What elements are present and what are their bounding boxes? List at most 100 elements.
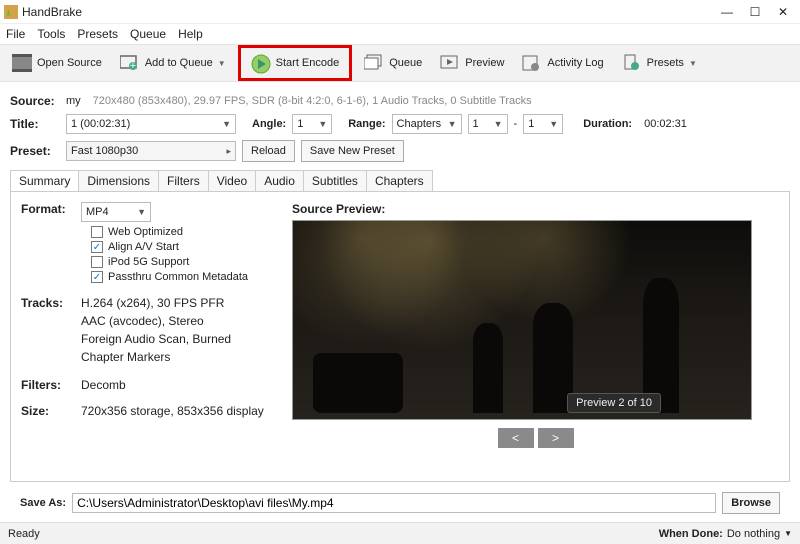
film-icon xyxy=(12,54,32,72)
tab-video[interactable]: Video xyxy=(208,170,256,191)
checkbox-icon xyxy=(91,226,103,238)
picture-plus-icon: + xyxy=(120,54,140,72)
tab-chapters[interactable]: Chapters xyxy=(366,170,433,191)
chevron-down-icon: ▼ xyxy=(448,119,457,129)
save-as-row: Save As: Browse xyxy=(10,482,790,518)
range-type-combo[interactable]: Chapters ▼ xyxy=(392,114,462,134)
tab-dimensions[interactable]: Dimensions xyxy=(78,170,159,191)
preview-scene xyxy=(293,221,751,419)
tabs: Summary Dimensions Filters Video Audio S… xyxy=(10,170,790,192)
preset-combo[interactable]: Fast 1080p30▸ xyxy=(66,141,236,161)
range-to: 1 xyxy=(528,118,534,130)
browse-button[interactable]: Browse xyxy=(722,492,780,514)
source-preview[interactable]: Preview 2 of 10 xyxy=(292,220,752,420)
save-as-label: Save As: xyxy=(20,497,66,509)
menu-help[interactable]: Help xyxy=(178,27,203,41)
when-done-value[interactable]: Do nothing xyxy=(727,528,780,540)
preview-next-button[interactable]: > xyxy=(538,428,574,448)
angle-label: Angle: xyxy=(252,118,286,130)
tracks-2: Foreign Audio Scan, Burned xyxy=(81,332,231,346)
menu-presets[interactable]: Presets xyxy=(77,27,118,41)
activity-log-button[interactable]: Activity Log xyxy=(516,50,609,76)
chevron-down-icon: ▼ xyxy=(318,119,327,129)
minimize-button[interactable]: — xyxy=(720,5,734,19)
close-button[interactable]: ✕ xyxy=(776,5,790,19)
web-optimized-checkbox[interactable]: Web Optimized xyxy=(91,226,276,238)
preset-row: Preset: Fast 1080p30▸ Reload Save New Pr… xyxy=(10,140,790,162)
tab-summary[interactable]: Summary xyxy=(10,170,79,191)
save-as-input[interactable] xyxy=(72,493,716,513)
ipod-label: iPod 5G Support xyxy=(108,256,189,268)
document-plus-icon xyxy=(622,54,642,72)
title-label: Title: xyxy=(10,117,60,131)
range-to-combo[interactable]: 1▼ xyxy=(523,114,563,134)
titlebar: HandBrake — ☐ ✕ xyxy=(0,0,800,24)
web-optimized-label: Web Optimized xyxy=(108,226,183,238)
activity-log-label: Activity Log xyxy=(547,57,603,69)
menubar: File Tools Presets Queue Help xyxy=(0,24,800,44)
summary-left: Format: MP4▼ Web Optimized ✓Align A/V St… xyxy=(21,202,276,471)
menu-tools[interactable]: Tools xyxy=(37,27,65,41)
tab-subtitles[interactable]: Subtitles xyxy=(303,170,367,191)
summary-pane: Format: MP4▼ Web Optimized ✓Align A/V St… xyxy=(10,192,790,482)
format-combo[interactable]: MP4 ▼ xyxy=(81,202,151,222)
summary-right: Source Preview: Preview 2 of 10 < > xyxy=(292,202,779,471)
range-label: Range: xyxy=(348,118,385,130)
ipod-checkbox[interactable]: iPod 5G Support xyxy=(91,256,276,268)
align-av-checkbox[interactable]: ✓Align A/V Start xyxy=(91,241,276,253)
chevron-down-icon: ▼ xyxy=(549,119,558,129)
range-type: Chapters xyxy=(397,118,442,130)
duration-label: Duration: xyxy=(583,118,632,130)
window-title: HandBrake xyxy=(22,5,720,19)
chevron-down-icon[interactable]: ▼ xyxy=(218,59,226,68)
status-ready: Ready xyxy=(8,528,40,540)
tracks-1: AAC (avcodec), Stereo xyxy=(81,314,204,328)
open-source-button[interactable]: Open Source xyxy=(6,50,108,76)
size-label: Size: xyxy=(21,404,81,418)
add-to-queue-label: Add to Queue xyxy=(145,57,213,69)
content: Source: my 720x480 (853x480), 29.97 FPS,… xyxy=(0,82,800,524)
menu-file[interactable]: File xyxy=(6,27,25,41)
preview-prev-button[interactable]: < xyxy=(498,428,534,448)
chevron-down-icon[interactable]: ▼ xyxy=(689,59,697,68)
source-name: my xyxy=(66,95,81,107)
passthru-label: Passthru Common Metadata xyxy=(108,271,248,283)
presets-button[interactable]: Presets ▼ xyxy=(616,50,703,76)
save-new-label: Save New Preset xyxy=(310,145,395,157)
start-encode-button[interactable]: Start Encode xyxy=(245,50,346,76)
browse-label: Browse xyxy=(731,497,771,509)
reload-button[interactable]: Reload xyxy=(242,140,295,162)
menu-queue[interactable]: Queue xyxy=(130,27,166,41)
add-to-queue-button[interactable]: + Add to Queue ▼ xyxy=(114,50,232,76)
chevron-down-icon: ▼ xyxy=(137,207,146,217)
chevron-down-icon[interactable]: ▼ xyxy=(784,529,792,538)
checkbox-checked-icon: ✓ xyxy=(91,271,103,283)
tracks-0: H.264 (x264), 30 FPS PFR xyxy=(81,296,224,310)
tracks-3: Chapter Markers xyxy=(81,350,170,364)
filters-value: Decomb xyxy=(81,378,126,392)
format-value: MP4 xyxy=(86,206,109,218)
range-from: 1 xyxy=(473,118,479,130)
filters-label: Filters: xyxy=(21,378,81,392)
title-value: 1 (00:02:31) xyxy=(71,118,130,130)
save-new-preset-button[interactable]: Save New Preset xyxy=(301,140,404,162)
tab-filters[interactable]: Filters xyxy=(158,170,209,191)
range-from-combo[interactable]: 1▼ xyxy=(468,114,508,134)
picture-play-icon xyxy=(440,54,460,72)
angle-combo[interactable]: 1▼ xyxy=(292,114,332,134)
chevron-down-icon: ▼ xyxy=(222,119,231,129)
queue-button[interactable]: Queue xyxy=(358,50,428,76)
open-source-label: Open Source xyxy=(37,57,102,69)
maximize-button[interactable]: ☐ xyxy=(748,5,762,19)
presets-label: Presets xyxy=(647,57,684,69)
preview-button[interactable]: Preview xyxy=(434,50,510,76)
range-dash: - xyxy=(514,118,518,130)
passthru-checkbox[interactable]: ✓ Passthru Common Metadata xyxy=(91,271,276,283)
preset-value: Fast 1080p30 xyxy=(71,145,138,157)
svg-text:+: + xyxy=(130,60,136,72)
tab-audio[interactable]: Audio xyxy=(255,170,304,191)
title-combo[interactable]: 1 (00:02:31) ▼ xyxy=(66,114,236,134)
silhouette xyxy=(313,353,403,413)
size-value: 720x356 storage, 853x356 display xyxy=(81,404,264,418)
log-icon xyxy=(522,54,542,72)
